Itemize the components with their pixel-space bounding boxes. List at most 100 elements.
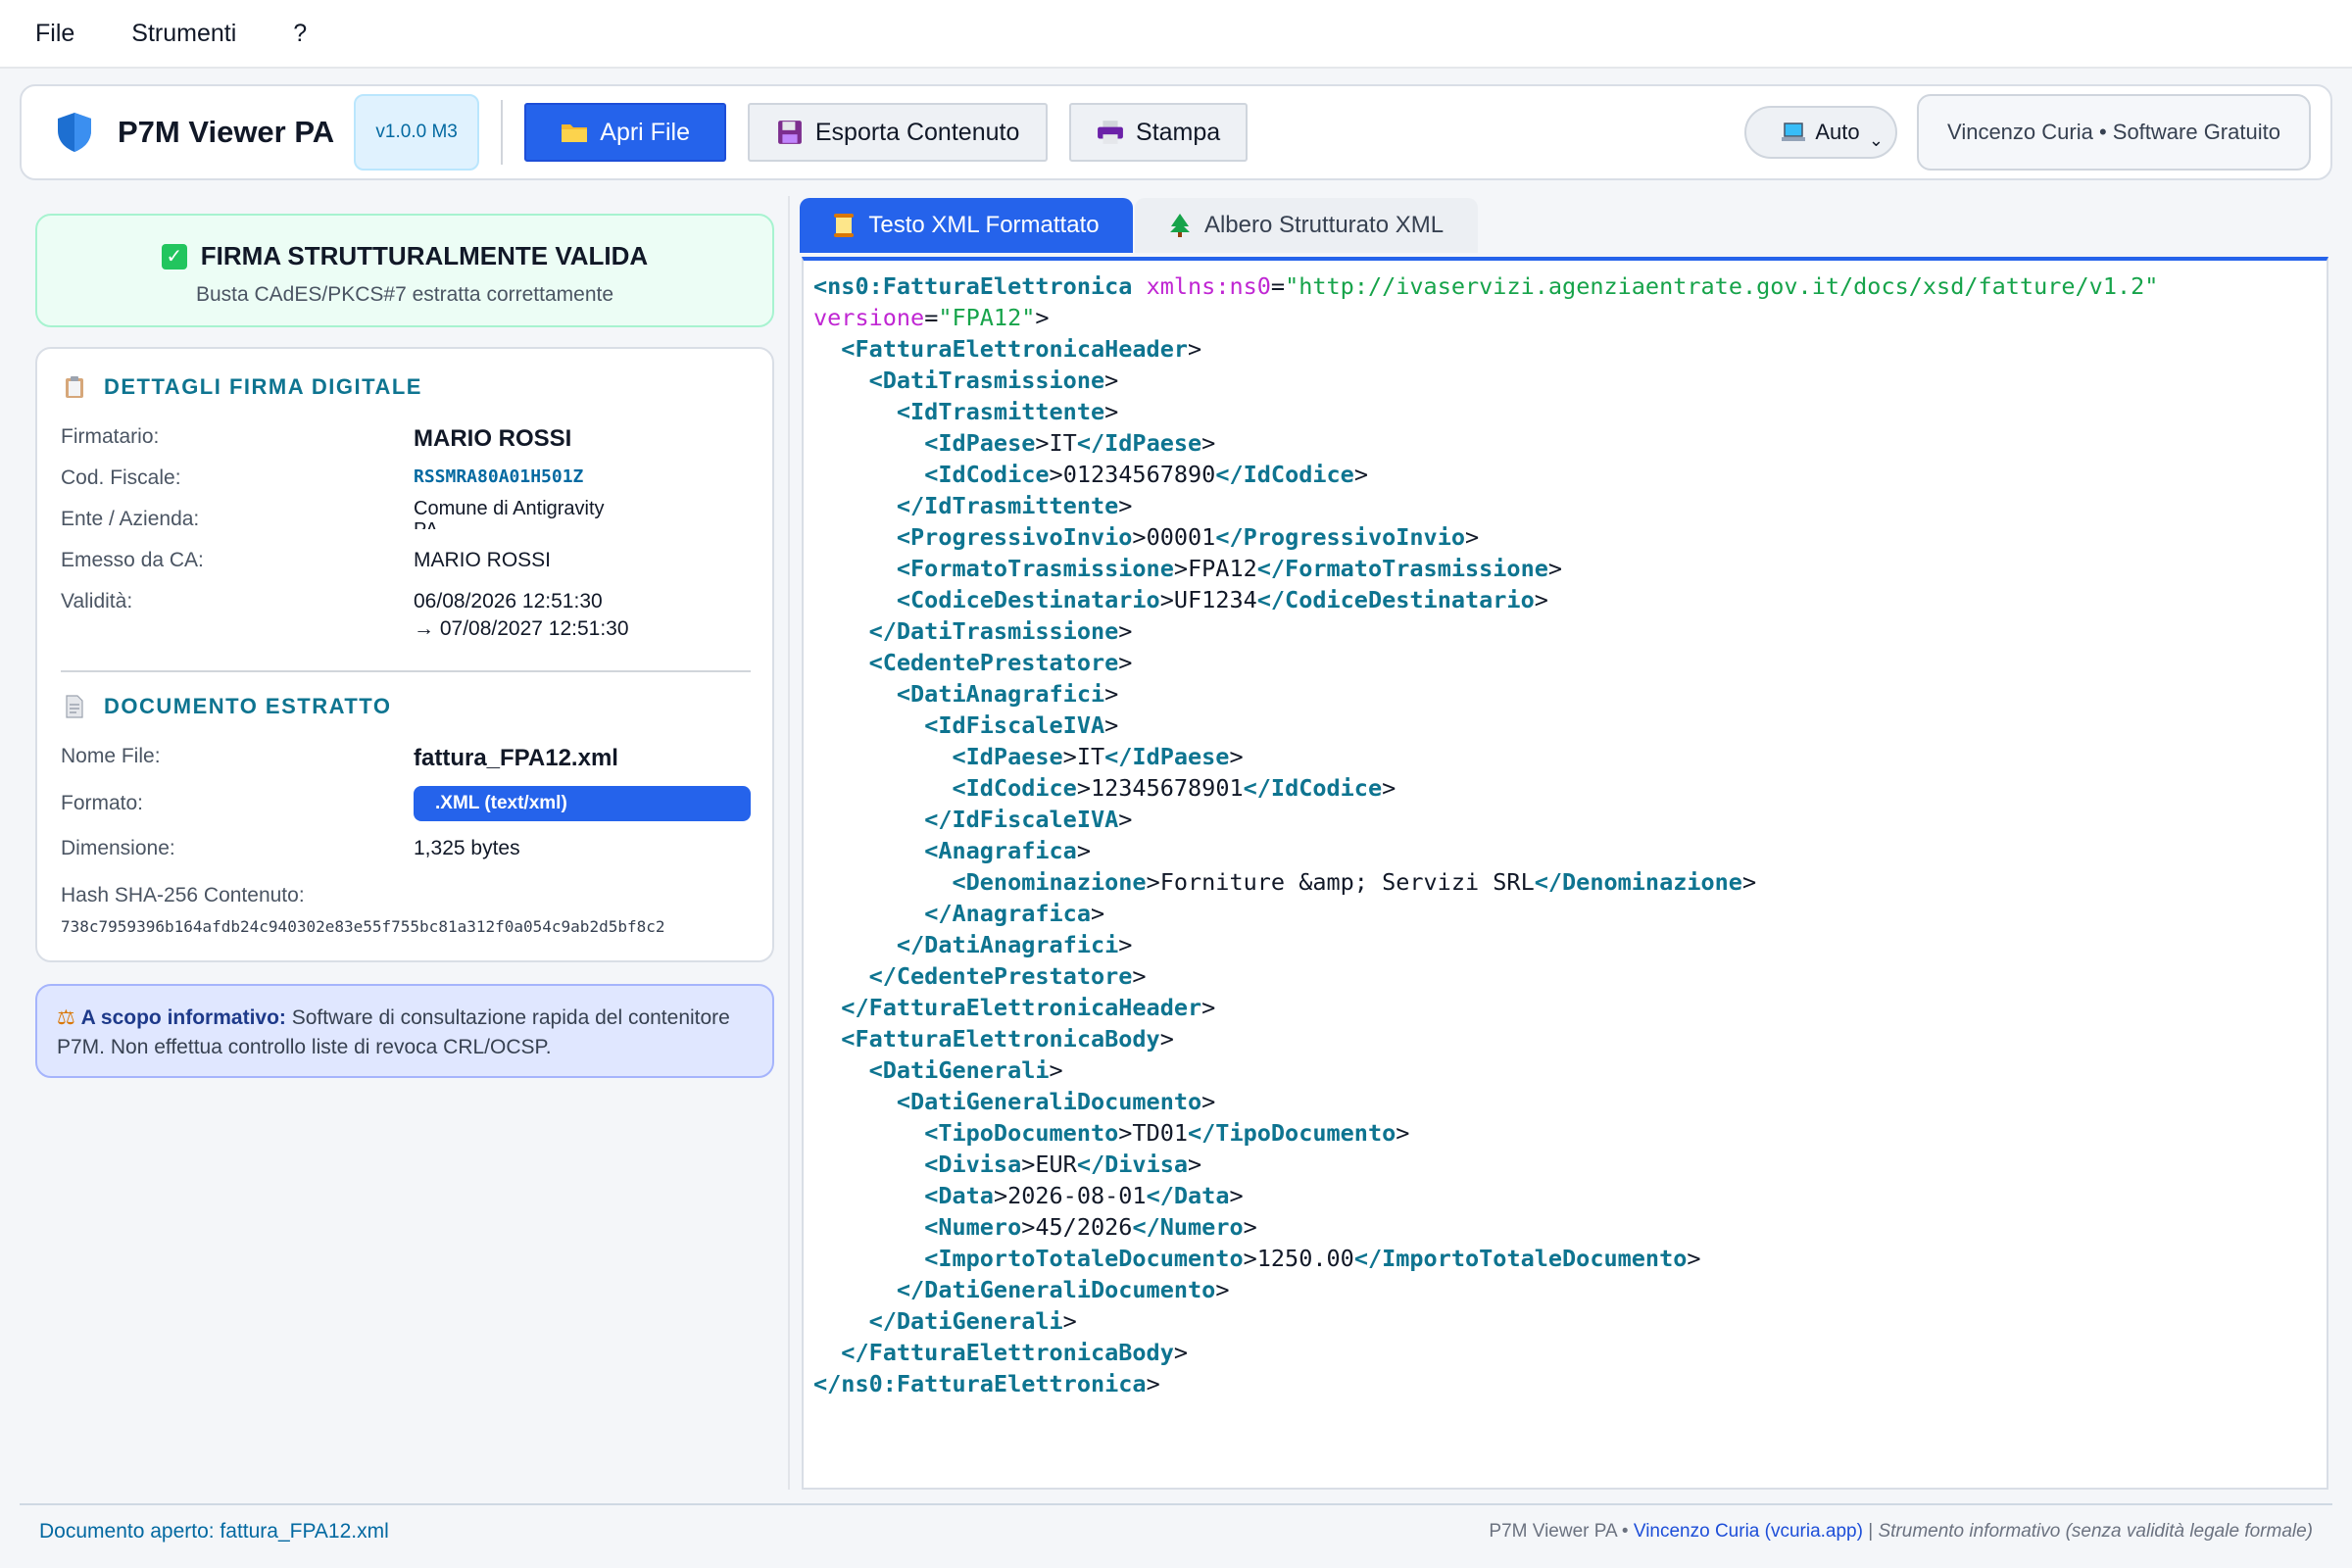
tree-icon bbox=[1169, 214, 1190, 237]
signature-section-title: DETTAGLI FIRMA DIGITALE bbox=[104, 374, 422, 399]
xml-line: </IdFiscaleIVA> bbox=[924, 806, 1133, 833]
xml-line: <CodiceDestinatario>UF1234</CodiceDestin… bbox=[896, 586, 1548, 613]
xml-line: </FatturaElettronicaBody> bbox=[841, 1339, 1189, 1366]
xml-line: <IdPaese>IT</IdPaese> bbox=[924, 429, 1216, 457]
signer-row: Firmatario: MARIO ROSSI bbox=[61, 425, 572, 452]
toolbar: P7M Viewer PA v1.0.0 M3 Apri File Esport… bbox=[20, 84, 2332, 180]
shield-icon bbox=[58, 113, 91, 152]
print-button[interactable]: Stampa bbox=[1069, 103, 1249, 162]
hash-label-row: Hash SHA-256 Contenuto: bbox=[61, 884, 751, 907]
ca-row: Emesso da CA: MARIO ROSSI bbox=[61, 549, 552, 571]
export-content-label: Esporta Contenuto bbox=[814, 118, 1020, 146]
open-file-button[interactable]: Apri File bbox=[524, 103, 727, 162]
menubar: File Strumenti ? bbox=[0, 0, 2352, 69]
xml-line: <Denominazione>Forniture &amp; Servizi S… bbox=[952, 868, 1757, 896]
xml-line: <ProgressivoInvio>00001</ProgressivoInvi… bbox=[896, 523, 1480, 551]
xml-line: <Divisa>EUR</Divisa> bbox=[924, 1151, 1202, 1178]
format-badge: .XML (text/xml) bbox=[414, 786, 751, 821]
status-title: FIRMA STRUTTURALMENTE VALIDA bbox=[200, 241, 649, 270]
author-pill: Vincenzo Curia • Software Gratuito bbox=[1917, 94, 2311, 171]
xml-line: <Anagrafica> bbox=[924, 837, 1091, 864]
ca-value: MARIO ROSSI bbox=[414, 549, 552, 571]
menu-file[interactable]: File bbox=[35, 20, 74, 48]
export-content-button[interactable]: Esporta Contenuto bbox=[748, 103, 1049, 162]
printer-icon bbox=[1098, 121, 1123, 144]
file-name-value: fattura_FPA12.xml bbox=[414, 745, 618, 771]
theme-select-value: Auto bbox=[1815, 120, 1860, 144]
theme-select[interactable]: Auto ⌄ bbox=[1744, 106, 1897, 159]
xml-line: <DatiGeneraliDocumento> bbox=[896, 1088, 1216, 1115]
file-name-row: Nome File: fattura_FPA12.xml bbox=[61, 745, 618, 771]
chevron-down-icon: ⌄ bbox=[1868, 130, 1884, 150]
open-document-status: Documento aperto: fattura_FPA12.xml bbox=[39, 1520, 389, 1543]
xml-line: <IdCodice>01234567890</IdCodice> bbox=[924, 461, 1368, 488]
format-row: Formato: .XML (text/xml) bbox=[61, 786, 751, 821]
xml-line: <DatiTrasmissione> bbox=[868, 367, 1119, 394]
tab-formatted-label: Testo XML Formattato bbox=[868, 212, 1100, 238]
xml-line: <IdFiscaleIVA> bbox=[924, 711, 1119, 739]
xml-line: <ImportoTotaleDocumento>1250.00</Importo… bbox=[924, 1245, 1701, 1272]
check-icon: ✓ bbox=[161, 243, 187, 270]
valid-to: → 07/08/2027 12:51:30 bbox=[414, 617, 629, 640]
xml-line: </DatiGenerali> bbox=[868, 1307, 1077, 1335]
xml-line: <IdPaese>IT</IdPaese> bbox=[952, 743, 1244, 770]
tab-tree-label: Albero Strutturato XML bbox=[1203, 212, 1445, 238]
document-icon bbox=[66, 695, 83, 718]
hash-value: 738c7959396b164afdb24c940302e83e55f755bc… bbox=[61, 917, 665, 936]
signer-value: MARIO ROSSI bbox=[414, 425, 572, 452]
xml-line: </FatturaElettronicaHeader> bbox=[841, 994, 1216, 1021]
status-bar: Documento aperto: fattura_FPA12.xml P7M … bbox=[20, 1503, 2332, 1558]
folder-icon bbox=[562, 124, 588, 142]
document-section-header: DOCUMENTO ESTRATTO bbox=[61, 694, 391, 719]
fiscal-code-value: RSSMRA80A01H501Z bbox=[414, 466, 584, 487]
xml-text-view[interactable]: <ns0:FatturaElettronica xmlns:ns0="http:… bbox=[802, 257, 2328, 1490]
floppy-icon bbox=[777, 121, 802, 144]
xml-line: versione="FPA12"> bbox=[813, 304, 1050, 331]
xml-line: </IdTrasmittente> bbox=[896, 492, 1133, 519]
xml-line: <IdCodice>12345678901</IdCodice> bbox=[952, 774, 1396, 802]
xml-line: </DatiAnagrafici> bbox=[896, 931, 1133, 958]
xml-line: <DatiGenerali> bbox=[868, 1056, 1063, 1084]
xml-line: <TipoDocumento>TD01</TipoDocumento> bbox=[924, 1119, 1410, 1147]
app-title: P7M Viewer PA bbox=[118, 115, 335, 149]
xml-line: <DatiAnagrafici> bbox=[896, 680, 1119, 708]
version-badge: v1.0.0 M3 bbox=[354, 94, 480, 171]
entity-value: Comune di Antigravity PA bbox=[414, 498, 605, 529]
signature-section-header: DETTAGLI FIRMA DIGITALE bbox=[61, 374, 422, 400]
scroll-icon bbox=[834, 214, 855, 237]
pane-splitter[interactable] bbox=[788, 196, 790, 1490]
valid-from: 06/08/2026 12:51:30 bbox=[414, 590, 603, 612]
menu-help[interactable]: ? bbox=[293, 20, 307, 48]
xml-line: </Anagrafica> bbox=[924, 900, 1105, 927]
status-subtitle: Busta CAdES/PKCS#7 estratta correttament… bbox=[195, 283, 614, 306]
section-divider bbox=[61, 670, 751, 672]
xml-line: </ns0:FatturaElettronica> bbox=[813, 1370, 1160, 1397]
xml-line: </DatiTrasmissione> bbox=[868, 617, 1133, 645]
validity-row: Validità: 06/08/2026 12:51:30 → 07/08/20… bbox=[61, 590, 629, 640]
scale-icon: ⚖ bbox=[57, 1006, 75, 1029]
footer-credits: P7M Viewer PA • Vincenzo Curia (vcuria.a… bbox=[1489, 1521, 2313, 1542]
info-notice: ⚖ A scopo informativo: Software di consu… bbox=[35, 984, 774, 1078]
xml-line: <FormatoTrasmissione>FPA12</FormatoTrasm… bbox=[896, 555, 1563, 582]
toolbar-separator bbox=[501, 100, 504, 165]
xml-line: <ns0:FatturaElettronica xmlns:ns0="http:… bbox=[813, 272, 2159, 300]
tab-formatted-xml[interactable]: Testo XML Formattato bbox=[800, 198, 1133, 253]
open-file-label: Apri File bbox=[600, 118, 690, 146]
xml-line: <CedentePrestatore> bbox=[868, 649, 1133, 676]
entity-row: Ente / Azienda: Comune di Antigravity PA bbox=[61, 498, 751, 531]
size-row: Dimensione: 1,325 bytes bbox=[61, 837, 520, 859]
xml-line: <FatturaElettronicaBody> bbox=[841, 1025, 1174, 1053]
document-section-title: DOCUMENTO ESTRATTO bbox=[104, 694, 392, 718]
xml-line: <IdTrasmittente> bbox=[896, 398, 1119, 425]
tab-xml-tree[interactable]: Albero Strutturato XML bbox=[1135, 198, 1478, 253]
xml-line: </DatiGeneraliDocumento> bbox=[896, 1276, 1230, 1303]
print-label: Stampa bbox=[1136, 118, 1221, 146]
details-card: DETTAGLI FIRMA DIGITALE Firmatario: MARI… bbox=[35, 347, 774, 962]
fiscal-code-row: Cod. Fiscale: RSSMRA80A01H501Z bbox=[61, 466, 584, 489]
menu-strumenti[interactable]: Strumenti bbox=[131, 20, 236, 48]
laptop-icon bbox=[1782, 122, 1806, 141]
clipboard-icon bbox=[66, 376, 83, 398]
author-link[interactable]: Vincenzo Curia (vcuria.app) bbox=[1634, 1521, 1863, 1542]
size-value: 1,325 bytes bbox=[414, 837, 520, 859]
xml-line: <FatturaElettronicaHeader> bbox=[841, 335, 1202, 363]
